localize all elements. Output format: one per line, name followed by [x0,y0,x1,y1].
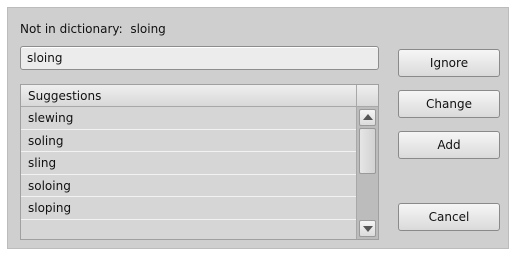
scroll-up-button[interactable] [359,109,376,126]
suggestion-item-soling[interactable]: soling [21,129,356,152]
suggestions-rows: slewing soling sling soloing sloping [21,107,356,220]
scroll-down-button[interactable] [359,220,376,237]
not-in-dictionary-label: Not in dictionary: sloing [20,22,166,36]
suggestions-header-label: Suggestions [28,89,102,103]
suggestion-item-slewing[interactable]: slewing [21,107,356,130]
spell-check-dialog: Not in dictionary: sloing Suggestions sl… [7,7,509,249]
suggestion-item-soloing[interactable]: soloing [21,174,356,197]
add-button[interactable]: Add [398,131,500,159]
ignore-button[interactable]: Ignore [398,49,500,77]
replacement-word-input[interactable] [20,46,379,70]
cancel-button[interactable]: Cancel [398,203,500,231]
arrow-down-icon [363,226,373,232]
suggestion-item-sloping[interactable]: sloping [21,197,356,220]
suggestions-column-header[interactable]: Suggestions [21,85,378,107]
change-button[interactable]: Change [398,90,500,118]
arrow-up-icon [363,114,373,120]
suggestion-item-sling[interactable]: sling [21,152,356,175]
scroll-thumb[interactable] [359,128,376,174]
suggestions-list: Suggestions slewing soling sling soloing… [20,84,379,240]
suggestions-scrollbar[interactable] [356,107,378,239]
column-header-spacer [356,85,378,106]
